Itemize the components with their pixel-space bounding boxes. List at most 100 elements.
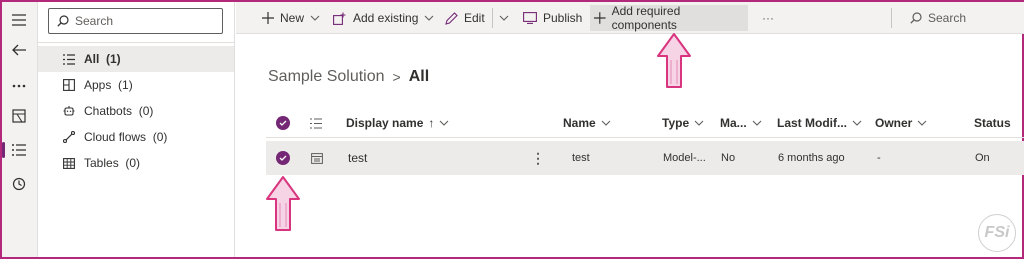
nav-item-count: (0): [125, 156, 141, 170]
add-existing-icon: [333, 12, 346, 25]
cell-owner: -: [877, 152, 881, 164]
edit-button-label: Edit: [464, 11, 485, 25]
side-divider: [38, 42, 235, 43]
column-label: Owner: [875, 116, 913, 130]
search-icon: [57, 15, 69, 27]
nav-item-count: (0): [138, 104, 154, 118]
components-list-icon[interactable]: [2, 136, 36, 164]
table-row[interactable]: test ⋮ test Model-... No 6 months ago - …: [266, 141, 1024, 175]
cell-name: test: [572, 152, 590, 164]
cloud-flow-icon: [63, 131, 75, 143]
column-label: Name: [563, 116, 596, 130]
edit-button[interactable]: Edit: [441, 5, 489, 31]
nav-item-tables[interactable]: Tables (0): [38, 150, 234, 176]
toolbar-search[interactable]: Search: [906, 5, 970, 31]
annotation-arrow-up-icon: [266, 176, 300, 231]
add-existing-button[interactable]: Add existing: [329, 5, 438, 31]
cell-last-modified: 6 months ago: [778, 152, 845, 164]
table-icon: [63, 157, 75, 169]
model-app-icon: [311, 141, 323, 175]
chevron-down-icon: [424, 15, 434, 21]
chatbot-icon: [63, 106, 75, 116]
publish-button[interactable]: Publish: [519, 5, 586, 31]
column-name[interactable]: Name: [563, 108, 611, 138]
command-bar: New Add existing Edit Publish Add requir…: [236, 2, 1024, 34]
list-icon: [63, 53, 75, 65]
nav-item-label: Chatbots: [84, 104, 133, 118]
nav-item-all[interactable]: All (1): [38, 46, 234, 72]
row-checkbox[interactable]: [276, 141, 290, 175]
nav-item-count: (1): [106, 52, 121, 66]
chevron-down-icon: [694, 120, 704, 126]
objects-icon[interactable]: [2, 102, 36, 130]
more-commands-button[interactable]: ···: [758, 5, 778, 31]
publish-icon: [523, 12, 537, 24]
column-managed[interactable]: Ma...: [720, 108, 762, 138]
plus-icon: [262, 12, 274, 24]
toolbar-search-placeholder: Search: [928, 11, 967, 25]
column-label: Type: [662, 116, 690, 130]
column-owner[interactable]: Owner: [875, 108, 927, 138]
nav-item-label: All: [84, 52, 100, 66]
chevron-down-icon: [499, 15, 509, 21]
sort-ascending-icon: ↑: [428, 116, 435, 130]
breadcrumb-current: All: [408, 68, 430, 85]
annotation-arrow-up-icon: [657, 33, 691, 88]
apps-icon: [63, 79, 75, 91]
side-panel: All (1) Apps (1) Chatbots (0) Cloud flow…: [38, 2, 235, 257]
more-options-icon[interactable]: [2, 72, 36, 100]
column-label: Status: [974, 116, 1011, 130]
nav-item-count: (1): [118, 78, 133, 92]
nav-item-apps[interactable]: Apps (1): [38, 72, 234, 98]
row-more-options-icon[interactable]: ⋮: [531, 141, 545, 175]
chevron-down-icon: [752, 120, 762, 126]
more-commands-label: ···: [762, 11, 774, 25]
toolbar-divider: [492, 8, 493, 28]
chevron-down-icon: [917, 120, 927, 126]
nav-item-chatbots[interactable]: Chatbots (0): [38, 98, 234, 124]
column-label: Display name: [346, 116, 424, 130]
chevron-down-icon: [310, 15, 320, 21]
new-button-label: New: [280, 11, 305, 25]
left-rail: [2, 2, 38, 257]
chevron-down-icon: [852, 120, 862, 126]
add-required-components-label: Add required components: [611, 4, 681, 32]
column-type[interactable]: Type: [662, 108, 704, 138]
pencil-icon: [445, 11, 458, 25]
select-all-checkbox[interactable]: [276, 108, 290, 138]
cell-type: Model-...: [663, 152, 706, 164]
plus-icon: [594, 12, 606, 24]
nav-item-cloud-flows[interactable]: Cloud flows (0): [38, 124, 234, 150]
add-required-components-button[interactable]: Add required components: [590, 4, 748, 32]
breadcrumb-separator: >: [392, 69, 401, 85]
back-arrow-icon[interactable]: [2, 36, 36, 64]
column-options-icon[interactable]: [310, 108, 322, 138]
column-label: Ma...: [720, 116, 747, 130]
cell-display-name[interactable]: test: [348, 141, 367, 175]
column-last-modified[interactable]: Last Modif...: [777, 108, 862, 138]
column-display-name[interactable]: Display name ↑: [346, 108, 449, 138]
add-existing-label: Add existing: [353, 11, 419, 25]
chevron-down-icon: [439, 120, 449, 126]
toolbar-divider: [891, 8, 892, 28]
edit-dropdown-button[interactable]: [495, 5, 513, 31]
watermark-text: FSi: [984, 224, 1010, 241]
search-icon: [910, 12, 922, 24]
checkmark-icon: [276, 116, 290, 130]
grid-header: Display name ↑ Name Type Ma... Last Modi…: [266, 108, 1024, 138]
nav-item-label: Apps: [84, 78, 112, 92]
watermark-logo: FSi: [978, 214, 1016, 252]
cell-managed: No: [721, 152, 736, 164]
breadcrumb-parent[interactable]: Sample Solution: [268, 68, 385, 86]
cell-status: On: [975, 152, 990, 164]
nav-item-label: Cloud flows: [84, 130, 147, 144]
column-status[interactable]: Status: [974, 108, 1011, 138]
history-icon[interactable]: [2, 170, 36, 198]
new-button[interactable]: New: [258, 5, 324, 31]
hamburger-menu-icon[interactable]: [2, 6, 36, 34]
side-search-input[interactable]: [75, 14, 205, 28]
side-search-box[interactable]: [48, 8, 223, 34]
checkmark-icon: [276, 151, 290, 165]
column-label: Last Modif...: [777, 116, 847, 130]
screenshot-frame: All (1) Apps (1) Chatbots (0) Cloud flow…: [0, 0, 1024, 259]
